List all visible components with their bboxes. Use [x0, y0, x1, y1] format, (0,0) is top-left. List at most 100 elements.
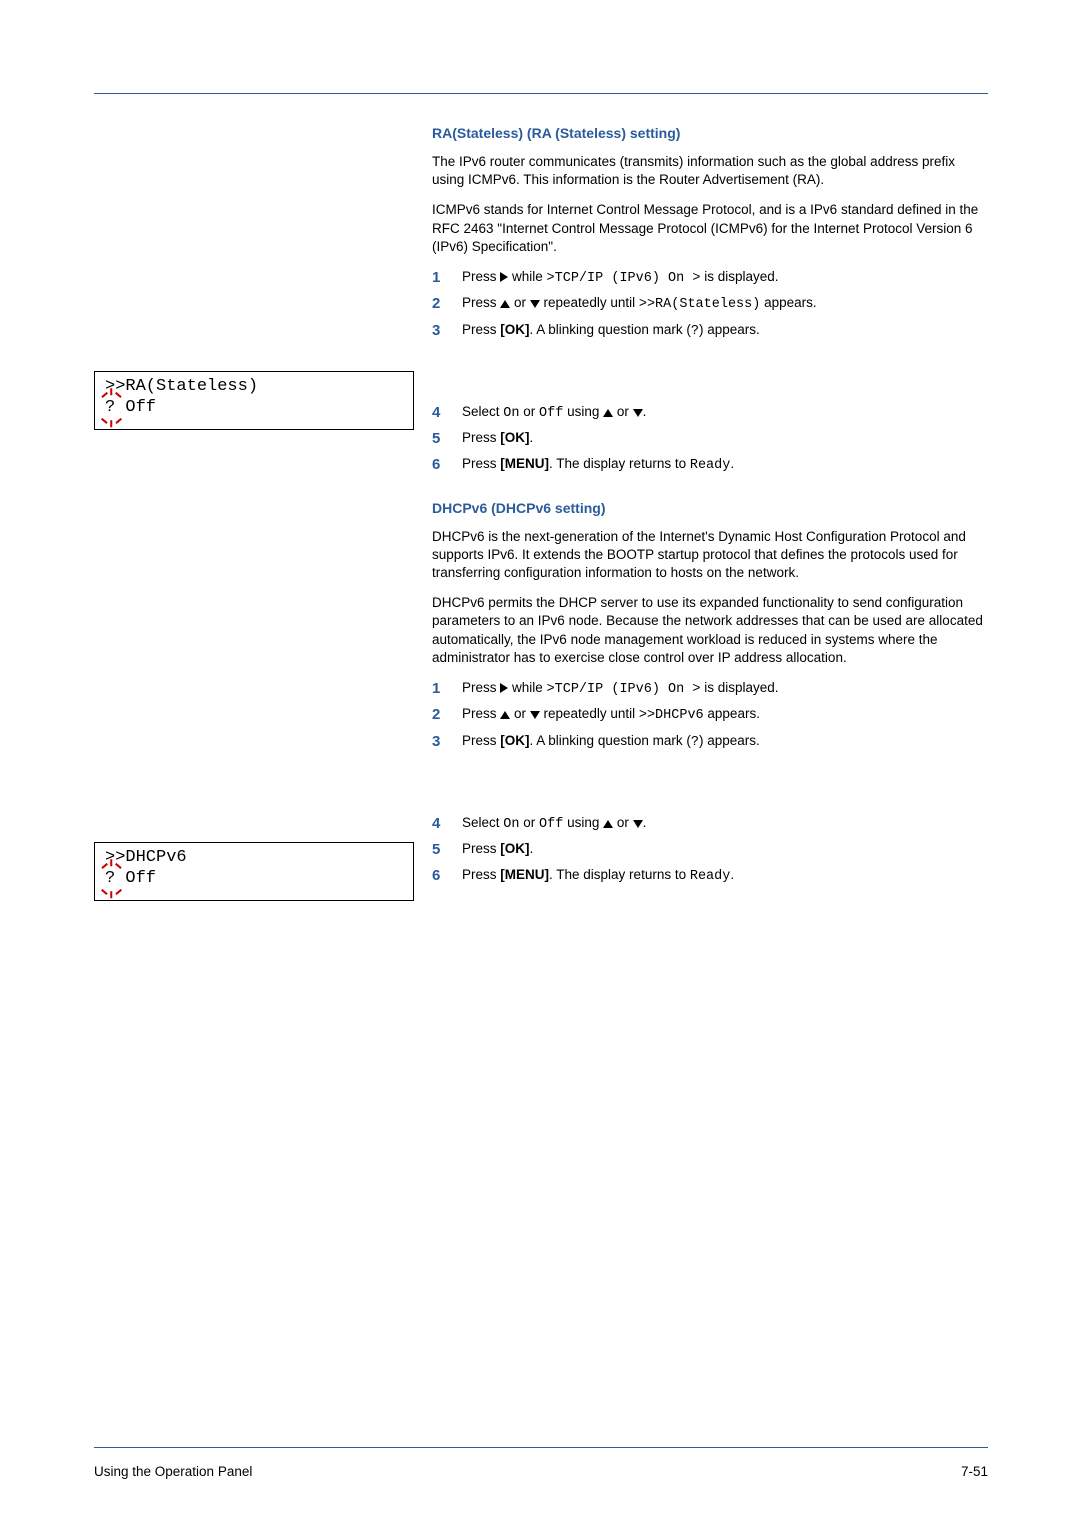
text: . A blinking question mark (: [530, 322, 691, 337]
text: while: [508, 269, 546, 284]
footer-rule: [94, 1447, 988, 1448]
lcd-value: Off: [115, 398, 156, 417]
step-6: 6 Press [MENU]. The display returns to R…: [432, 455, 988, 475]
text: Press: [462, 295, 500, 310]
step-text: Press [OK]. A blinking question mark (?)…: [462, 321, 988, 341]
triangle-up-icon: [603, 820, 613, 828]
text: . A blinking question mark (: [530, 733, 691, 748]
header-rule: [94, 93, 988, 94]
text: Press: [462, 733, 500, 748]
footer-right: 7-51: [961, 1464, 988, 1479]
step-text: Press [MENU]. The display returns to Rea…: [462, 866, 988, 886]
text: or: [519, 404, 539, 419]
text: is displayed.: [700, 680, 778, 695]
mono-text: >TCP/IP (IPv6) On >: [547, 682, 701, 697]
mono-text: >>RA(Stateless): [639, 297, 761, 312]
text: or: [613, 404, 633, 419]
text: repeatedly until: [540, 706, 639, 721]
step-5: 5 Press [OK].: [432, 429, 988, 449]
step-text: Press [OK].: [462, 840, 988, 860]
step-text: Press [MENU]. The display returns to Rea…: [462, 455, 988, 475]
text: .: [530, 841, 534, 856]
text: Press: [462, 680, 500, 695]
text: Press: [462, 430, 500, 445]
step-number: 1: [432, 679, 462, 699]
step-2: 2 Press or repeatedly until >>RA(Statele…: [432, 294, 988, 314]
step-number: 4: [432, 814, 462, 834]
step-number: 2: [432, 705, 462, 725]
text: .: [530, 430, 534, 445]
triangle-down-icon: [530, 300, 540, 308]
bold-text: [MENU]: [500, 867, 549, 882]
bold-text: [OK]: [500, 733, 529, 748]
bold-text: [OK]: [500, 430, 529, 445]
text: or: [613, 815, 633, 830]
mono-text: >TCP/IP (IPv6) On >: [547, 271, 701, 286]
para: The IPv6 router communicates (transmits)…: [432, 153, 988, 189]
triangle-up-icon: [603, 409, 613, 417]
text: Press: [462, 867, 500, 882]
lcd-display-dhcpv6: >>DHCPv6 ? Off: [94, 842, 414, 901]
text: Press: [462, 269, 500, 284]
mono-text: Off: [539, 406, 563, 421]
main-content: RA(Stateless) (RA (Stateless) setting) T…: [432, 125, 988, 893]
step-number: 3: [432, 732, 462, 752]
triangle-down-icon: [530, 711, 540, 719]
section-heading-ra: RA(Stateless) (RA (Stateless) setting): [432, 125, 988, 141]
step-4: 4 Select On or Off using or .: [432, 403, 988, 423]
step-text: Press or repeatedly until >>DHCPv6 appea…: [462, 705, 988, 725]
text: or: [519, 815, 539, 830]
triangle-down-icon: [633, 409, 643, 417]
lcd-qmark: ?: [105, 398, 115, 417]
blink-cursor-icon: ?: [105, 397, 115, 418]
bold-text: [OK]: [500, 322, 529, 337]
text: using: [563, 815, 603, 830]
step-number: 5: [432, 840, 462, 860]
mono-text: Ready: [690, 458, 731, 473]
step-number: 5: [432, 429, 462, 449]
mono-text: >>DHCPv6: [639, 708, 704, 723]
step-number: 3: [432, 321, 462, 341]
section-heading-dhcpv6: DHCPv6 (DHCPv6 setting): [432, 500, 988, 516]
text: is displayed.: [700, 269, 778, 284]
text: .: [643, 404, 647, 419]
text: . The display returns to: [549, 867, 690, 882]
text: . The display returns to: [549, 456, 690, 471]
bold-text: [MENU]: [500, 456, 549, 471]
step-5: 5 Press [OK].: [432, 840, 988, 860]
text: ) appears.: [699, 322, 760, 337]
text: Press: [462, 456, 500, 471]
triangle-up-icon: [500, 300, 510, 308]
lcd-qmark: ?: [105, 869, 115, 888]
para: ICMPv6 stands for Internet Control Messa…: [432, 201, 988, 256]
lcd-value: Off: [115, 869, 156, 888]
blink-cursor-icon: ?: [105, 868, 115, 889]
text: appears.: [704, 706, 760, 721]
text: repeatedly until: [540, 295, 639, 310]
text: .: [730, 867, 734, 882]
footer-left: Using the Operation Panel: [94, 1464, 252, 1479]
text: ) appears.: [699, 733, 760, 748]
step-text: Press while >TCP/IP (IPv6) On > is displ…: [462, 268, 988, 288]
lcd-line1: >>RA(Stateless): [105, 377, 258, 396]
text: Press: [462, 322, 500, 337]
step-text: Press [OK]. A blinking question mark (?)…: [462, 732, 988, 752]
lcd-display-ra: >>RA(Stateless) ? Off: [94, 371, 414, 430]
bold-text: [OK]: [500, 841, 529, 856]
text: .: [643, 815, 647, 830]
text: Press: [462, 706, 500, 721]
step-6: 6 Press [MENU]. The display returns to R…: [432, 866, 988, 886]
step-3: 3 Press [OK]. A blinking question mark (…: [432, 321, 988, 341]
text: .: [730, 456, 734, 471]
step-number: 4: [432, 403, 462, 423]
para: DHCPv6 permits the DHCP server to use it…: [432, 594, 988, 667]
step-1: 1 Press while >TCP/IP (IPv6) On > is dis…: [432, 679, 988, 699]
step-1: 1 Press while >TCP/IP (IPv6) On > is dis…: [432, 268, 988, 288]
step-text: Press while >TCP/IP (IPv6) On > is displ…: [462, 679, 988, 699]
mono-text: Off: [539, 817, 563, 832]
step-number: 2: [432, 294, 462, 314]
text: using: [563, 404, 603, 419]
mono-text: On: [503, 406, 519, 421]
mono-text: ?: [691, 735, 699, 750]
step-number: 1: [432, 268, 462, 288]
